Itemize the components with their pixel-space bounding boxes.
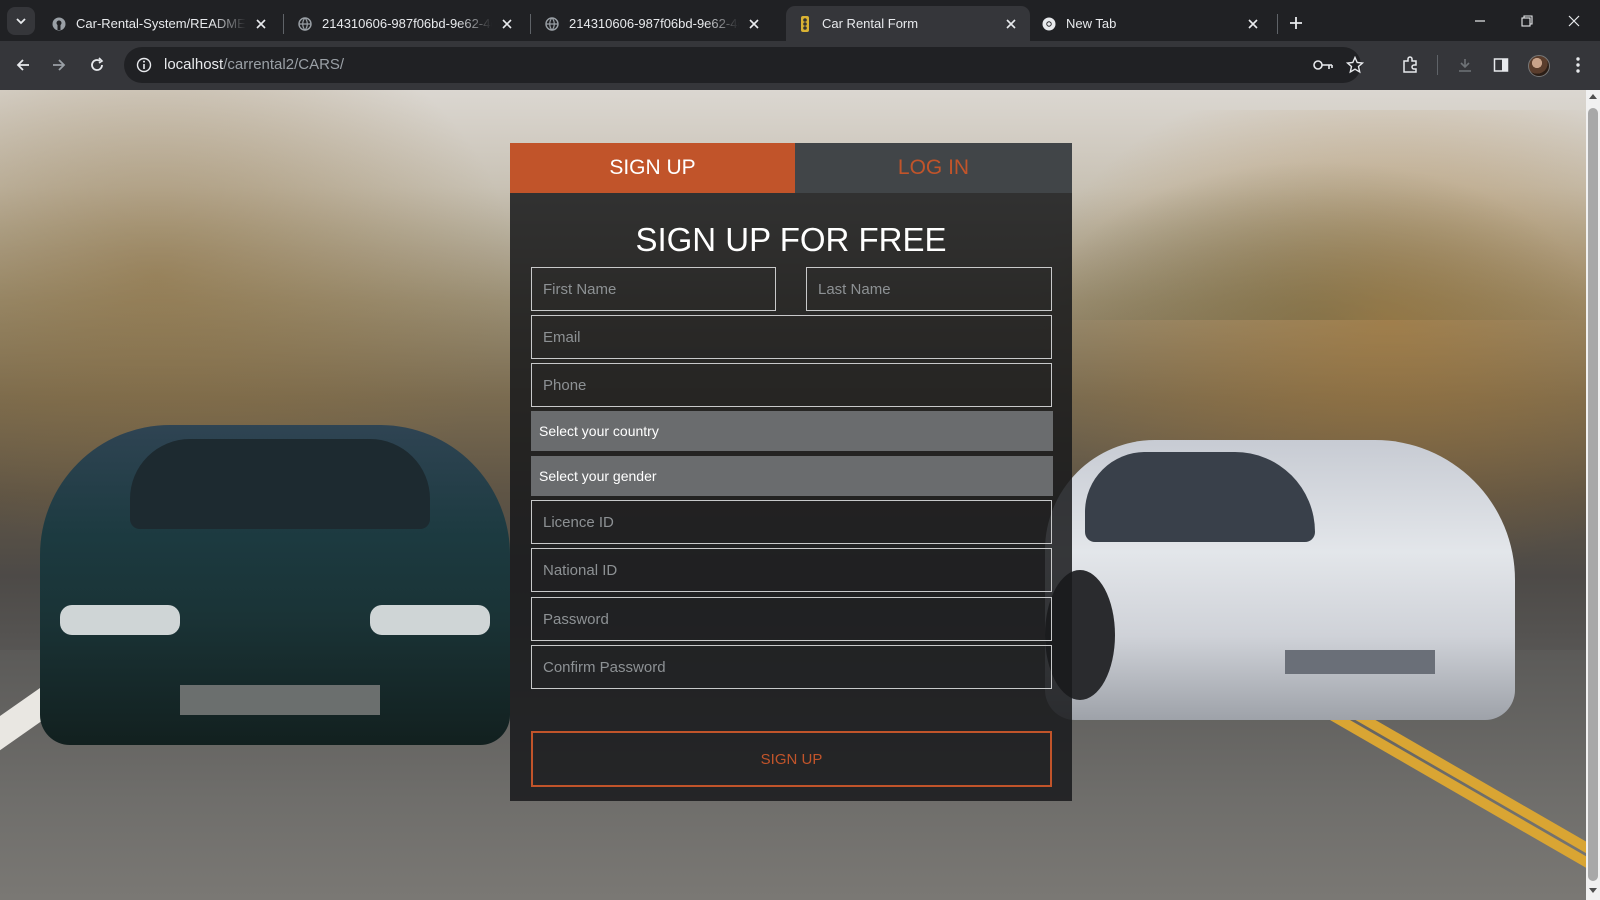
minimize-icon — [1475, 19, 1485, 22]
chevron-down-icon — [16, 18, 26, 25]
close-icon[interactable] — [252, 15, 270, 33]
close-icon[interactable] — [1244, 15, 1262, 33]
chrome-icon — [1042, 17, 1056, 31]
national-id-field[interactable] — [531, 548, 1052, 592]
side-panel-icon — [1493, 58, 1509, 72]
tab-label: New Tab — [1066, 16, 1117, 31]
car-windshield — [1085, 452, 1315, 542]
signup-submit-button[interactable]: SIGN UP — [531, 731, 1052, 787]
site-info-icon[interactable] — [132, 53, 156, 77]
tab-separator — [530, 14, 531, 34]
form-tab-row: SIGN UP LOG IN — [510, 143, 1072, 193]
tab-label: Car Rental Form — [822, 16, 919, 31]
gender-select-value: Select your gender — [539, 468, 657, 484]
menu-button[interactable] — [1562, 49, 1594, 81]
downloads-button[interactable] — [1449, 49, 1481, 81]
car-right-image — [1045, 440, 1515, 720]
car-headlight — [370, 605, 490, 635]
form-title: SIGN UP FOR FREE — [635, 221, 947, 258]
side-panel-button[interactable] — [1485, 49, 1517, 81]
tab-login[interactable]: LOG IN — [795, 143, 1072, 193]
toolbar-divider — [1437, 55, 1438, 75]
country-select-value: Select your country — [539, 423, 659, 439]
tab-strip: Car-Rental-System/README.md 214310606-98… — [0, 0, 1600, 41]
last-name-field[interactable] — [806, 267, 1052, 311]
tab-separator — [1277, 14, 1278, 34]
traffic-light-icon — [798, 15, 812, 32]
puzzle-icon — [1403, 56, 1417, 73]
confirm-password-field[interactable] — [531, 645, 1052, 689]
tab-image-2[interactable]: 214310606-987f06bd-9e62-4d8 — [533, 6, 773, 41]
licence-id-field[interactable] — [531, 500, 1052, 544]
car-grille — [1285, 650, 1435, 674]
country-select[interactable]: Select your country — [531, 411, 1053, 451]
arrow-right-icon — [53, 59, 66, 71]
bookmark-star-icon[interactable] — [1342, 52, 1368, 78]
tab-separator — [283, 14, 284, 34]
browser-toolbar: localhost/carrental2/CARS/ — [0, 41, 1600, 90]
close-icon[interactable] — [1002, 15, 1020, 33]
restore-button[interactable] — [1504, 0, 1550, 41]
globe-icon — [545, 16, 559, 31]
tab-readme[interactable]: Car-Rental-System/README.md — [40, 6, 280, 41]
minimize-button[interactable] — [1457, 0, 1503, 41]
extensions-button[interactable] — [1394, 49, 1426, 81]
close-icon[interactable] — [745, 15, 763, 33]
new-tab-button[interactable] — [1283, 10, 1309, 36]
gender-select[interactable]: Select your gender — [531, 456, 1053, 496]
forward-button[interactable] — [43, 49, 75, 81]
profile-avatar[interactable] — [1528, 55, 1550, 77]
tab-car-rental-form[interactable]: Car Rental Form — [786, 6, 1030, 41]
car-left-image — [40, 425, 510, 745]
tab-search-button[interactable] — [7, 7, 35, 35]
car-grille — [180, 685, 380, 715]
restore-icon — [1521, 14, 1533, 27]
page-viewport: SIGN UP LOG IN SIGN UP FOR FREE Select y… — [0, 90, 1586, 900]
scroll-down-arrow-icon[interactable] — [1589, 888, 1597, 893]
scroll-thumb[interactable] — [1588, 108, 1598, 881]
signup-form-card: SIGN UP LOG IN SIGN UP FOR FREE Select y… — [510, 143, 1072, 801]
download-icon — [1459, 59, 1471, 72]
tab-label: Car-Rental-System/README.md — [76, 16, 246, 31]
tab-signup[interactable]: SIGN UP — [510, 143, 795, 193]
back-button[interactable] — [7, 49, 39, 81]
plus-icon — [1290, 17, 1302, 29]
close-icon[interactable] — [498, 15, 516, 33]
close-icon — [1568, 15, 1580, 26]
tab-label: 214310606-987f06bd-9e62-4d8 — [322, 16, 492, 31]
close-window-button[interactable] — [1551, 0, 1597, 41]
tab-new-tab[interactable]: New Tab — [1030, 6, 1272, 41]
url-host: localhost — [164, 56, 224, 73]
github-icon — [52, 17, 66, 31]
car-headlight — [60, 605, 180, 635]
email-field[interactable] — [531, 315, 1052, 359]
scroll-up-arrow-icon[interactable] — [1589, 94, 1597, 99]
page-scrollbar[interactable] — [1586, 90, 1600, 900]
url-path: /carrental2/CARS/ — [223, 56, 345, 73]
url-text: localhost/carrental2/CARS/ — [164, 56, 344, 73]
first-name-field[interactable] — [531, 267, 776, 311]
reload-button[interactable] — [81, 49, 113, 81]
tab-label: 214310606-987f06bd-9e62-4d8 — [569, 16, 739, 31]
password-field[interactable] — [531, 597, 1052, 641]
more-vert-icon — [1576, 57, 1580, 73]
arrow-left-icon — [16, 59, 29, 71]
reload-icon — [91, 57, 104, 71]
car-windshield — [130, 439, 430, 529]
globe-icon — [298, 16, 312, 31]
address-bar[interactable]: localhost/carrental2/CARS/ — [124, 47, 1364, 83]
tab-image-1[interactable]: 214310606-987f06bd-9e62-4d8 — [286, 6, 526, 41]
phone-field[interactable] — [531, 363, 1052, 407]
password-key-icon[interactable] — [1310, 52, 1336, 78]
